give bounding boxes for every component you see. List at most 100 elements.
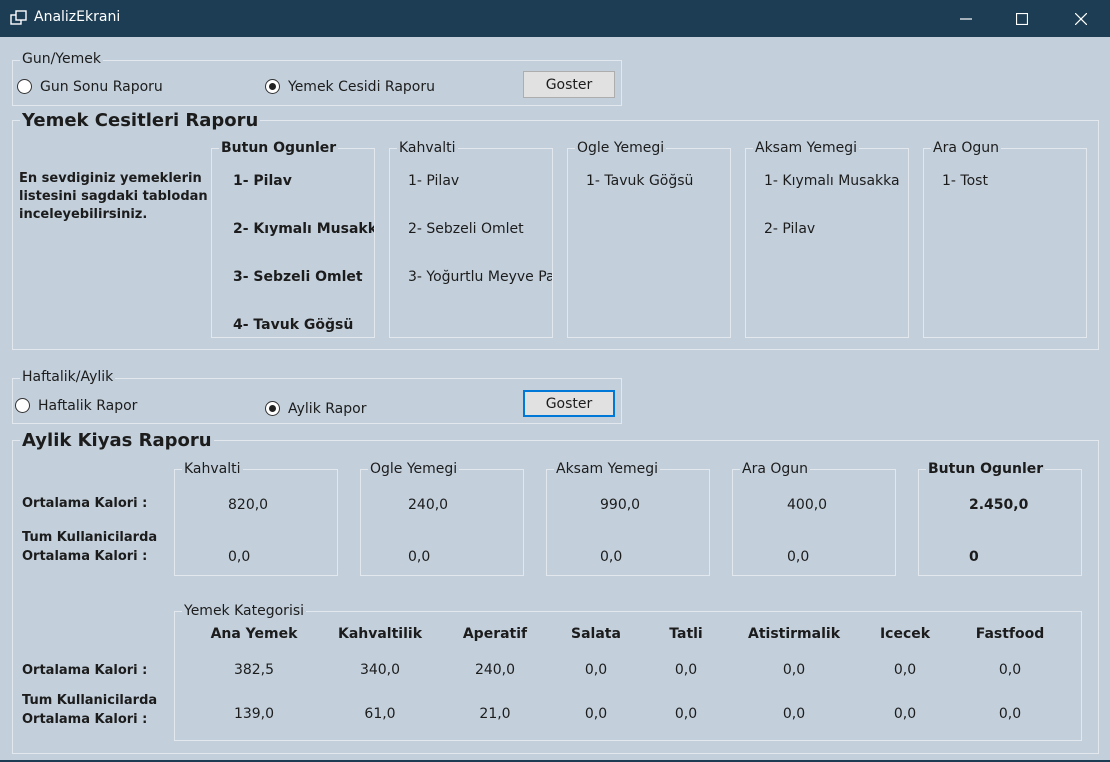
category-name: Atistirmalik (748, 626, 840, 642)
category-avg-value: 0,0 (782, 662, 806, 678)
meal-box-aksam-yemegi: 990,0 0,0 (546, 469, 710, 576)
box-title-ogle-yemegi: Ogle Yemegi (575, 140, 667, 156)
aylik-rapor-radio-label[interactable]: Aylik Rapor (288, 401, 366, 417)
ortalama-kalori-label: Ortalama Kalori : (22, 496, 148, 511)
category-column: Aperatif 240,0 21,0 (440, 626, 550, 722)
yemek-cesidi-radio-label[interactable]: Yemek Cesidi Raporu (288, 79, 435, 95)
favorites-box-ara-ogun: 1- Tost (923, 148, 1087, 338)
meal-avg-value: 240,0 (408, 497, 449, 513)
description-line: listesini sagdaki tablodan (19, 189, 208, 204)
category-all-value: 61,0 (364, 706, 396, 722)
haftalik-rapor-radio[interactable] (15, 398, 30, 413)
meal-all-value: 0,0 (787, 549, 810, 565)
category-column: Salata 0,0 0,0 (556, 626, 636, 722)
kategori-tum-kullanicilarda-ortalama-label: Ortalama Kalori : (22, 712, 148, 727)
category-column: Ana Yemek 382,5 139,0 (194, 626, 314, 722)
close-icon (1075, 12, 1087, 25)
category-all-value: 0,0 (584, 706, 608, 722)
tum-kullanicilarda-ortalama-label: Ortalama Kalori : (22, 549, 148, 564)
aylik-kiyas-heading: Aylik Kiyas Raporu (20, 430, 214, 451)
category-all-value: 0,0 (674, 706, 698, 722)
category-avg-value: 0,0 (998, 662, 1022, 678)
haftalik-rapor-radio-label[interactable]: Haftalik Rapor (38, 398, 137, 414)
minimize-button[interactable] (943, 0, 989, 37)
category-name: Salata (571, 626, 621, 642)
favorites-box-kahvalti: 1- Pilav 2- Sebzeli Omlet 3- Yoğurtlu Me… (389, 148, 553, 338)
favorite-item: 1- Kıymalı Musakka (764, 173, 900, 189)
maximize-button[interactable] (999, 0, 1045, 37)
box-title-ara-ogun: Ara Ogun (931, 140, 1002, 156)
app-icon (10, 10, 27, 25)
meal-all-value: 0,0 (228, 549, 251, 565)
favorites-box-butun-ogunler: 1- Pilav 2- Kıymalı Musakka 3- Sebzeli O… (211, 148, 375, 338)
category-avg-value: 0,0 (893, 662, 917, 678)
meal-all-value: 0,0 (600, 549, 623, 565)
haftalik-aylik-goster-button[interactable]: Goster (523, 390, 615, 417)
meal-box-ogle-yemegi: 240,0 0,0 (360, 469, 524, 576)
description-line: inceleyebilirsiniz. (19, 207, 148, 222)
category-name: Kahvaltilik (337, 626, 423, 642)
favorite-item: 1- Tavuk Göğsü (586, 173, 694, 189)
favorite-item: 1- Pilav (233, 173, 292, 189)
gun-yemek-group-title: Gun/Yemek (20, 51, 103, 67)
meal-box-butun-ogunler: 2.450,0 0 (918, 469, 1082, 576)
meal-all-value: 0,0 (408, 549, 431, 565)
category-column: Fastfood 0,0 0,0 (960, 626, 1060, 722)
meal-avg-value: 2.450,0 (969, 497, 1029, 513)
title-bar[interactable]: AnalizEkrani (0, 0, 1110, 37)
yemek-cesitleri-description: En sevdiginiz yemeklerin listesini sagda… (19, 170, 209, 224)
kategori-ortalama-kalori-label: Ortalama Kalori : (22, 663, 148, 678)
description-line: En sevdiginiz yemeklerin (19, 171, 202, 186)
category-avg-value: 0,0 (674, 662, 698, 678)
gun-sonu-radio[interactable] (17, 79, 32, 94)
favorite-item: 2- Kıymalı Musakka (233, 221, 375, 237)
haftalik-aylik-group-title: Haftalik/Aylik (20, 369, 116, 385)
category-all-value: 21,0 (479, 706, 511, 722)
category-name: Fastfood (975, 626, 1045, 642)
yemek-cesitleri-heading: Yemek Cesitleri Raporu (20, 110, 261, 131)
yemek-cesidi-radio[interactable] (265, 79, 280, 94)
favorite-item: 3- Sebzeli Omlet (233, 269, 363, 285)
favorite-item: 4- Tavuk Göğsü (233, 317, 354, 333)
category-all-value: 0,0 (893, 706, 917, 722)
meal-all-value: 0 (969, 549, 979, 565)
meal-box-title: Butun Ogunler (926, 461, 1046, 477)
favorite-item: 3- Yoğurtlu Meyve Par (408, 269, 553, 285)
category-name: Aperatif (462, 626, 528, 642)
favorite-item: 1- Tost (942, 173, 988, 189)
category-name: Tatli (669, 626, 703, 642)
tum-kullanicilarda-label: Tum Kullanicilarda (22, 530, 158, 545)
meal-avg-value: 990,0 (600, 497, 641, 513)
category-column: Atistirmalik 0,0 0,0 (729, 626, 859, 722)
meal-box-kahvalti: 820,0 0,0 (174, 469, 338, 576)
meal-box-title: Ogle Yemegi (368, 461, 460, 477)
category-avg-value: 340,0 (359, 662, 401, 678)
window-title: AnalizEkrani (34, 9, 121, 25)
category-avg-value: 382,5 (233, 662, 275, 678)
category-all-value: 0,0 (782, 706, 806, 722)
category-name: Ana Yemek (210, 626, 298, 642)
category-column: Tatli 0,0 0,0 (646, 626, 726, 722)
close-button[interactable] (1058, 0, 1104, 37)
meal-box-title: Kahvalti (182, 461, 243, 477)
category-name: Icecek (879, 626, 931, 642)
favorites-box-aksam-yemegi: 1- Kıymalı Musakka 2- Pilav (745, 148, 909, 338)
favorite-item: 1- Pilav (408, 173, 460, 189)
meal-avg-value: 820,0 (228, 497, 269, 513)
category-all-value: 139,0 (233, 706, 275, 722)
kategori-tum-kullanicilarda-label: Tum Kullanicilarda (22, 693, 158, 708)
yemek-kategorisi-title: Yemek Kategorisi (182, 603, 307, 619)
minimize-icon (960, 17, 972, 20)
maximize-icon (1016, 12, 1028, 25)
category-avg-value: 240,0 (474, 662, 516, 678)
box-title-aksam-yemegi: Aksam Yemegi (753, 140, 859, 156)
meal-box-ara-ogun: 400,0 0,0 (732, 469, 896, 576)
favorites-box-ogle-yemegi: 1- Tavuk Göğsü (567, 148, 731, 338)
gun-yemek-goster-button[interactable]: Goster (523, 71, 615, 98)
category-avg-value: 0,0 (584, 662, 608, 678)
aylik-rapor-radio[interactable] (265, 401, 280, 416)
box-title-butun-ogunler: Butun Ogunler (219, 140, 339, 156)
category-column: Kahvaltilik 340,0 61,0 (320, 626, 440, 722)
gun-sonu-radio-label[interactable]: Gun Sonu Raporu (40, 79, 163, 95)
category-all-value: 0,0 (998, 706, 1022, 722)
